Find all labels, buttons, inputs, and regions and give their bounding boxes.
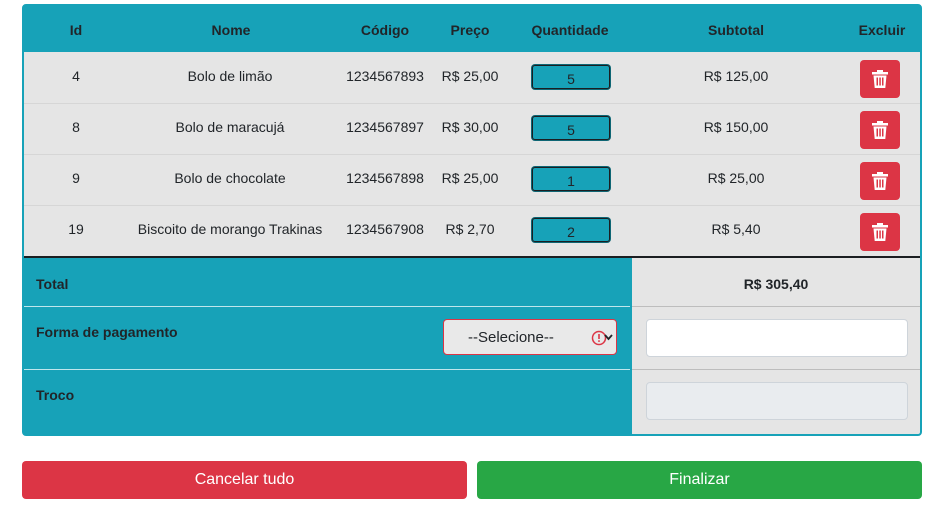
quantity-input[interactable]: 1: [532, 167, 610, 191]
table-row: 8 Bolo de maracujá 1234567897 R$ 30,00 5…: [24, 103, 920, 155]
cell-nome: Bolo de limão: [187, 68, 273, 84]
cell-id: 19: [68, 221, 84, 237]
cell-preco: R$ 25,00: [441, 68, 499, 84]
trash-icon: [872, 121, 888, 139]
total-label: Total: [36, 276, 69, 292]
cell-subtotal: R$ 5,40: [711, 221, 761, 237]
change-label: Troco: [36, 387, 75, 403]
table-row: 19 Biscoito de morango Trakinas 12345679…: [24, 205, 920, 256]
divider: [24, 369, 630, 370]
payment-method-selected: --Selecione--: [468, 329, 554, 346]
payment-method-select[interactable]: --Selecione--: [443, 319, 617, 355]
cell-id: 4: [72, 68, 80, 84]
table-body: 4 Bolo de limão 1234567893 R$ 25,00 5 R$…: [24, 52, 920, 256]
quantity-input[interactable]: 5: [532, 116, 610, 140]
payment-method-label: Forma de pagamento: [36, 324, 178, 340]
header-id: Id: [69, 22, 83, 38]
payment-amount-input[interactable]: [646, 319, 908, 357]
divider: [24, 306, 630, 307]
cancel-all-button[interactable]: Cancelar tudo: [22, 461, 467, 499]
cell-nome: Biscoito de morango Trakinas: [137, 221, 323, 237]
change-output-field: [646, 382, 908, 420]
cell-codigo: 1234567897: [346, 119, 424, 135]
divider: [632, 306, 920, 307]
header-codigo: Código: [360, 22, 410, 38]
delete-button[interactable]: [860, 111, 900, 149]
cell-preco: R$ 25,00: [441, 170, 499, 186]
header-nome: Nome: [211, 22, 251, 38]
quantity-input[interactable]: 5: [532, 65, 610, 89]
delete-button[interactable]: [860, 162, 900, 200]
delete-button[interactable]: [860, 213, 900, 251]
trash-icon: [872, 223, 888, 241]
cell-codigo: 1234567908: [346, 221, 424, 237]
cell-subtotal: R$ 150,00: [703, 119, 769, 135]
cell-codigo: 1234567893: [346, 68, 424, 84]
cell-preco: R$ 2,70: [445, 221, 495, 237]
cell-codigo: 1234567898: [346, 170, 424, 186]
cell-nome: Bolo de chocolate: [174, 170, 286, 186]
header-excluir: Excluir: [858, 22, 906, 38]
cell-subtotal: R$ 25,00: [707, 170, 765, 186]
header-quantidade: Quantidade: [531, 22, 609, 38]
chevron-down-icon: [604, 334, 613, 341]
table-row: 4 Bolo de limão 1234567893 R$ 25,00 5 R$…: [24, 52, 920, 104]
cell-preco: R$ 30,00: [441, 119, 499, 135]
cell-nome: Bolo de maracujá: [175, 119, 285, 135]
cell-id: 9: [72, 170, 80, 186]
cell-id: 8: [72, 119, 80, 135]
delete-button[interactable]: [860, 60, 900, 98]
cell-subtotal: R$ 125,00: [703, 68, 769, 84]
header-preco: Preço: [450, 22, 490, 38]
header-subtotal: Subtotal: [708, 22, 764, 38]
table-header: Id Nome Código Preço Quantidade Subtotal…: [24, 6, 920, 52]
total-value: R$ 305,40: [743, 276, 809, 292]
finish-button[interactable]: Finalizar: [477, 461, 922, 499]
trash-icon: [872, 70, 888, 88]
cart-card: Id Nome Código Preço Quantidade Subtotal…: [22, 4, 922, 436]
quantity-input[interactable]: 2: [532, 218, 610, 242]
trash-icon: [872, 172, 888, 190]
divider: [632, 369, 920, 370]
table-row: 9 Bolo de chocolate 1234567898 R$ 25,00 …: [24, 154, 920, 206]
